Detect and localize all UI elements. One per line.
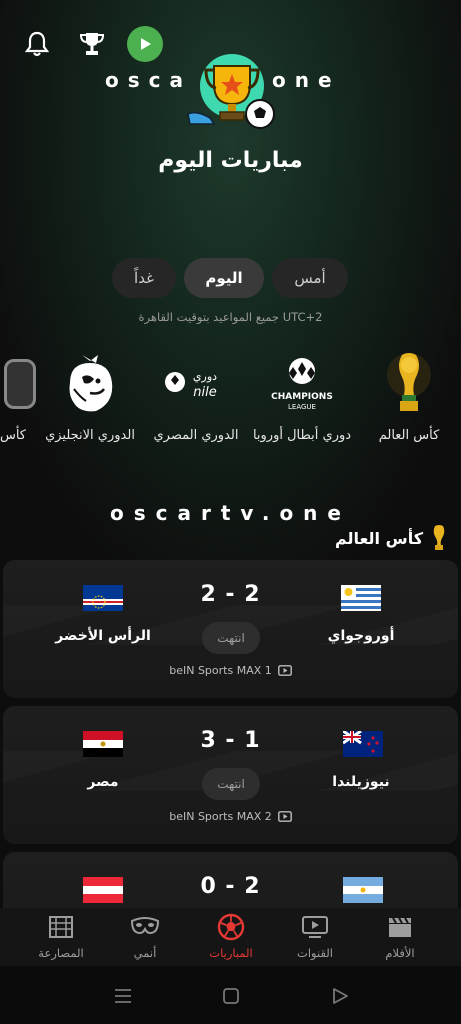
match-score: 3 - 1 (200, 728, 261, 753)
tab-yesterday[interactable]: أمس (272, 258, 348, 298)
match-card[interactable]: نيوزيلندا مصر 3 - 1 انتهت beIN Sports MA… (3, 706, 458, 844)
away-team-name: مصر (87, 774, 119, 790)
home-team-name: نيوزيلندا (332, 774, 390, 790)
trophy-icon[interactable] (74, 26, 110, 62)
league-name: كأس العالم (378, 428, 440, 443)
app-logo (186, 52, 278, 132)
nav-item-matches[interactable]: المباريات (191, 912, 271, 960)
nav-label: المباريات (209, 946, 253, 960)
league-item-premier-league[interactable]: الدوري الانجليزي (30, 348, 150, 443)
tab-today[interactable]: اليوم (184, 258, 264, 298)
match-score: 2 - 2 (200, 582, 261, 607)
match-score: 0 - 2 (200, 874, 261, 899)
champions-league-logo: CHAMPIONS LEAGUE (242, 348, 362, 420)
match-channel: beIN Sports MAX 2 (3, 810, 458, 823)
play-icon (141, 38, 151, 50)
nav-label: أنمي (133, 946, 157, 960)
brand-text-left: osca (105, 68, 192, 92)
league-name: كأس (0, 428, 26, 443)
channel-name: beIN Sports MAX 2 (169, 810, 272, 823)
match-channel: beIN Sports MAX 1 (3, 664, 458, 677)
nav-item-movies[interactable]: الأفلام (360, 912, 440, 960)
cup-logo-partial (0, 348, 36, 420)
match-status-badge: انتهت (202, 622, 260, 654)
world-cup-trophy-icon (349, 348, 461, 420)
section-brand: oscartv.one (110, 501, 351, 525)
home-team-name: أوروجواي (327, 628, 395, 644)
league-item-champions-league[interactable]: CHAMPIONS LEAGUE دوري أبطال أوروبا (242, 348, 362, 443)
home-icon[interactable] (219, 984, 243, 1008)
nav-item-anime[interactable]: أنمي (105, 912, 185, 960)
page-title: مباريات اليوم (158, 148, 303, 173)
back-icon[interactable] (328, 984, 352, 1008)
away-team-name: الرأس الأخضر (55, 628, 151, 644)
football-icon (191, 912, 271, 942)
clapperboard-icon (360, 912, 440, 942)
nile-logo-line2: nile (193, 385, 216, 400)
nav-label: المصارعة (38, 946, 84, 960)
nile-logo-line1: دوري (193, 370, 217, 383)
brand-text-right: one (272, 68, 341, 92)
system-navigation-bar (0, 966, 461, 1024)
section-header: كأس العالم (335, 525, 447, 551)
champions-logo-line1: CHAMPIONS (271, 392, 333, 402)
league-name: الدوري الانجليزي (45, 428, 135, 443)
anime-mask-icon (105, 912, 185, 942)
nav-item-wrestling[interactable]: المصارعة (21, 912, 101, 960)
bell-icon[interactable] (19, 26, 55, 62)
section-title: كأس العالم (334, 528, 423, 548)
bottom-navigation: المصارعة أنمي المباريات القنوات الأفلام (0, 908, 461, 966)
league-name: دوري أبطال أوروبا (252, 428, 352, 443)
tv-play-icon (277, 665, 292, 676)
league-item-egyptian-league[interactable]: دوري nile الدوري المصري (136, 348, 256, 443)
league-item-cup[interactable]: كأس (0, 348, 36, 443)
league-name: الدوري المصري (153, 428, 239, 443)
champions-logo-line2: LEAGUE (288, 403, 316, 411)
play-button[interactable] (127, 26, 163, 62)
nav-item-channels[interactable]: القنوات (275, 912, 355, 960)
trophy-icon (433, 525, 445, 550)
league-item-world-cup[interactable]: كأس العالم (349, 348, 461, 443)
nav-label: القنوات (297, 946, 333, 960)
nile-league-logo: دوري nile (136, 348, 256, 420)
premier-league-lion-logo (30, 348, 150, 420)
timezone-note: جميع المواعيد بتوقيت القاهرة UTC+2 (138, 310, 323, 324)
nav-label: الأفلام (385, 946, 415, 960)
tv-play-icon (275, 912, 355, 942)
tv-play-icon (277, 811, 292, 822)
channel-name: beIN Sports MAX 1 (169, 664, 272, 677)
recent-apps-icon[interactable] (111, 984, 135, 1008)
wrestling-icon (21, 912, 101, 942)
tab-tomorrow[interactable]: غداً (112, 258, 176, 298)
match-card[interactable]: أوروجواي الرأس الأخضر 2 - 2 انتهت beIN S… (3, 560, 458, 698)
match-status-badge: انتهت (202, 768, 260, 800)
